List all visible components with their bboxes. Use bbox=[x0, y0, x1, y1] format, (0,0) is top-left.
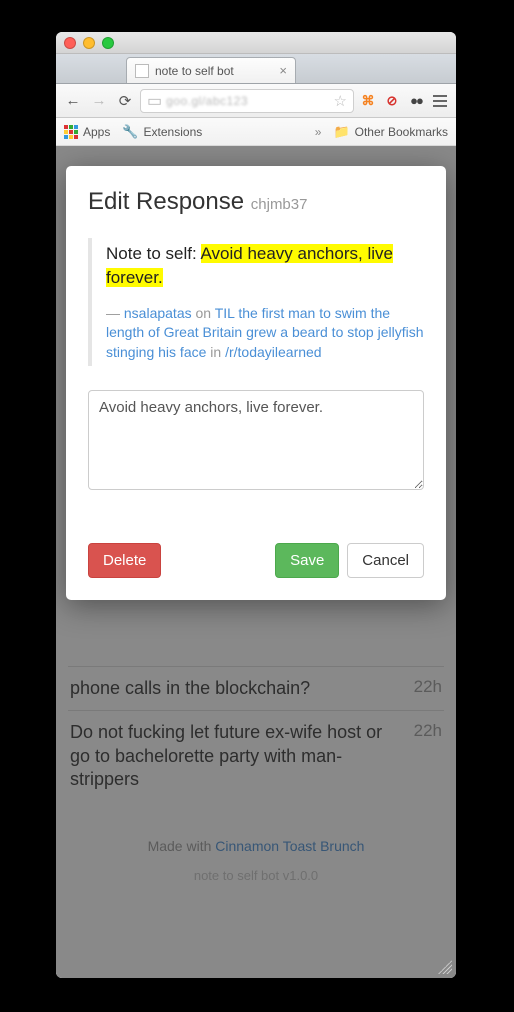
subreddit-link[interactable]: /r/todayilearned bbox=[225, 344, 322, 360]
edit-response-modal: Edit Response chjmb37 Note to self: Avoi… bbox=[66, 166, 446, 600]
reload-button[interactable]: ⟳ bbox=[114, 90, 136, 112]
modal-title: Edit Response chjmb37 bbox=[88, 188, 424, 216]
wrench-icon: 🔧 bbox=[122, 124, 138, 140]
apps-icon bbox=[64, 125, 78, 139]
window-resize-handle[interactable] bbox=[438, 960, 452, 974]
tab-strip: note to self bot × bbox=[56, 54, 456, 84]
folder-icon: 📁 bbox=[333, 124, 349, 140]
tab-title: note to self bot bbox=[155, 64, 234, 78]
modal-actions: Delete Save Cancel bbox=[88, 543, 424, 578]
extensions-label: Extensions bbox=[144, 125, 203, 139]
url-text: goo.gl/abc123 bbox=[166, 94, 329, 108]
browser-tab[interactable]: note to self bot × bbox=[126, 57, 296, 83]
meta-on: on bbox=[192, 305, 215, 321]
bookmarks-overflow-icon[interactable]: » bbox=[315, 125, 322, 139]
cancel-button[interactable]: Cancel bbox=[347, 543, 424, 578]
apps-shortcut[interactable]: Apps bbox=[64, 125, 110, 139]
window-titlebar bbox=[56, 32, 456, 54]
browser-window: note to self bot × ← → ⟳ ▭ goo.gl/abc123… bbox=[56, 32, 456, 978]
apps-label: Apps bbox=[83, 125, 110, 139]
page-icon: ▭ bbox=[147, 91, 162, 111]
forward-button[interactable]: → bbox=[88, 90, 110, 112]
note-line: Note to self: Avoid heavy anchors, live … bbox=[106, 242, 424, 290]
window-close-button[interactable] bbox=[64, 37, 76, 49]
quote-block: Note to self: Avoid heavy anchors, live … bbox=[88, 238, 424, 366]
tab-close-icon[interactable]: × bbox=[279, 63, 287, 78]
page-viewport: phone calls in the blockchain? 22h Do no… bbox=[56, 146, 456, 978]
window-maximize-button[interactable] bbox=[102, 37, 114, 49]
other-bookmarks-label: Other Bookmarks bbox=[355, 125, 448, 139]
rss-icon[interactable]: ⌘ bbox=[358, 91, 378, 111]
note-prefix: Note to self: bbox=[106, 244, 201, 263]
window-minimize-button[interactable] bbox=[83, 37, 95, 49]
bookmark-star-icon[interactable]: ☆ bbox=[334, 92, 347, 110]
browser-toolbar: ← → ⟳ ▭ goo.gl/abc123 ☆ ⌘ ⊘ ●● bbox=[56, 84, 456, 118]
save-button[interactable]: Save bbox=[275, 543, 339, 578]
modal-id: chjmb37 bbox=[251, 196, 308, 213]
adblock-icon[interactable]: ⊘ bbox=[382, 91, 402, 111]
meta-dash: — bbox=[106, 305, 124, 321]
back-button[interactable]: ← bbox=[62, 90, 84, 112]
other-bookmarks[interactable]: 📁 Other Bookmarks bbox=[333, 124, 448, 140]
tab-favicon bbox=[135, 64, 149, 78]
extensions-shortcut[interactable]: 🔧 Extensions bbox=[122, 124, 202, 140]
author-link[interactable]: nsalapatas bbox=[124, 305, 192, 321]
flickr-icon[interactable]: ●● bbox=[406, 91, 426, 111]
response-textarea[interactable] bbox=[88, 390, 424, 490]
modal-title-text: Edit Response bbox=[88, 188, 244, 215]
meta-in: in bbox=[206, 344, 225, 360]
address-bar[interactable]: ▭ goo.gl/abc123 ☆ bbox=[140, 89, 354, 113]
delete-button[interactable]: Delete bbox=[88, 543, 161, 578]
bookmarks-bar: Apps 🔧 Extensions » 📁 Other Bookmarks bbox=[56, 118, 456, 146]
menu-button[interactable] bbox=[430, 91, 450, 111]
note-meta: — nsalapatas on TIL the first man to swi… bbox=[106, 304, 424, 363]
